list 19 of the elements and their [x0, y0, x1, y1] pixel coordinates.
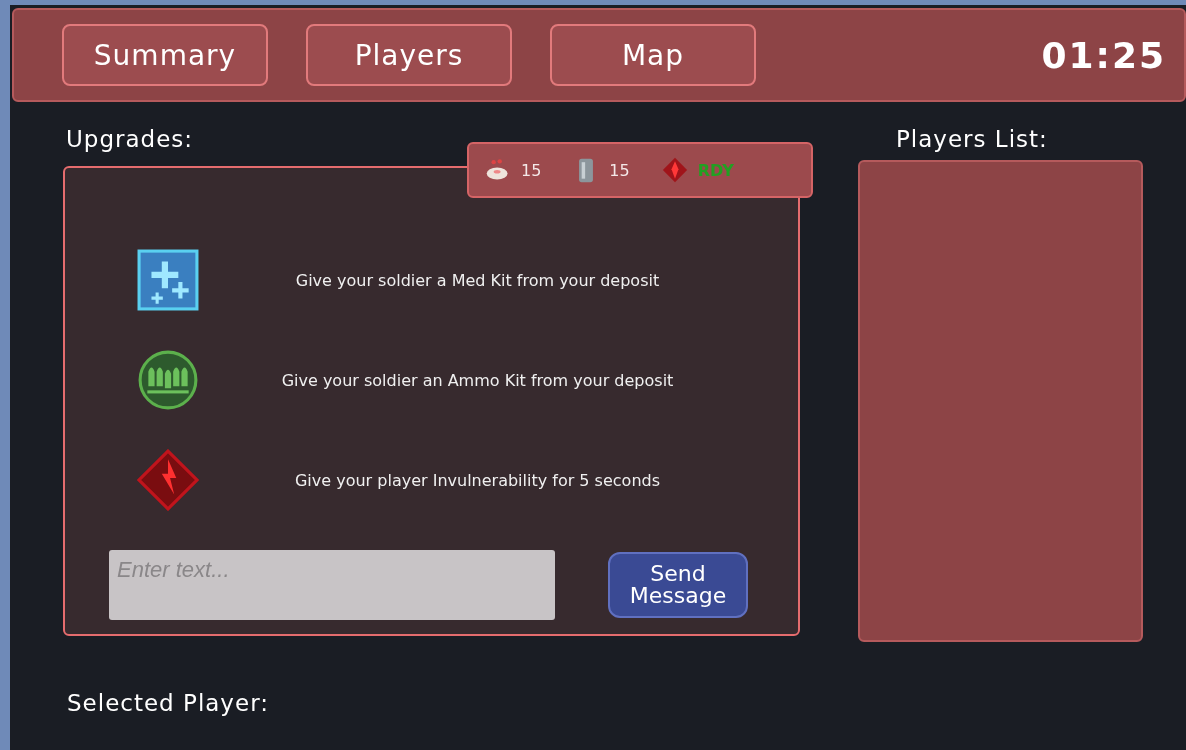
- tab[interactable]: Map: [550, 24, 756, 86]
- upgrade-description: Give your soldier an Ammo Kit from your deposit: [280, 370, 675, 390]
- upgrade-description: Give your player Invulnerability for 5 seconds: [293, 470, 661, 490]
- lightning-icon: [137, 449, 199, 511]
- resource-value: 15: [521, 160, 542, 180]
- med-kit-icon: [137, 249, 199, 311]
- message-field[interactable]: Enter text...: [109, 550, 555, 620]
- upgrades-heading: Upgrades:: [66, 126, 195, 152]
- diamond-icon: [661, 157, 688, 183]
- selected-player-label: Selected Player:: [67, 690, 270, 716]
- timer: 01:25: [1041, 34, 1166, 76]
- tab[interactable]: Summary: [62, 24, 268, 86]
- send-message-button[interactable]: Send Message: [608, 552, 748, 618]
- upgrade-description: Give your soldier a Med Kit from your deposit: [294, 270, 661, 290]
- players-list-heading: Players List:: [896, 126, 1049, 152]
- bullets-icon: [137, 349, 199, 411]
- tab[interactable]: Players: [306, 24, 512, 86]
- resource-value: RDY: [697, 160, 734, 180]
- resource-value: 15: [609, 160, 630, 180]
